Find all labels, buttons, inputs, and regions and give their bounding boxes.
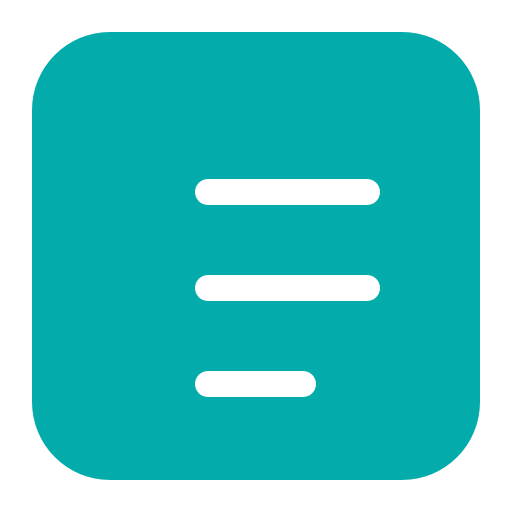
menu-line-bottom	[195, 371, 316, 397]
icon-canvas	[0, 0, 512, 512]
menu-lines-icon[interactable]	[32, 32, 480, 480]
menu-line-top	[195, 179, 380, 205]
menu-line-middle	[195, 275, 380, 301]
